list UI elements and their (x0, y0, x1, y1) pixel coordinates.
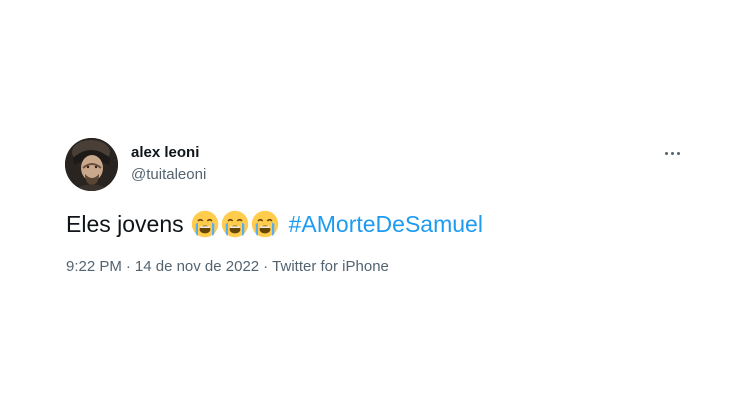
loudly-crying-face-icon (191, 210, 218, 238)
tweet-metadata: 9:22 PM · 14 de nov de 2022 · Twitter for iP… (66, 258, 389, 276)
tweet-card: alex leoni @tuitaleoni Eles jovens #AMor… (0, 0, 747, 420)
loudly-crying-face-icon (221, 210, 248, 238)
meta-separator: · (125, 258, 131, 275)
tweet-text: Eles jovens #AMorteDeSamuel (66, 209, 483, 239)
tweet-time[interactable]: 9:22 PM (66, 258, 122, 276)
avatar[interactable] (65, 138, 118, 191)
emoji-group (191, 210, 281, 238)
loudly-crying-face-icon (251, 210, 278, 238)
author-handle[interactable]: @tuitaleoni (131, 166, 206, 184)
author-display-name[interactable]: alex leoni (131, 144, 206, 162)
author-block: alex leoni @tuitaleoni (131, 144, 206, 184)
meta-separator: · (263, 258, 269, 275)
more-options-icon (663, 151, 681, 155)
user-avatar-photo-icon (65, 138, 118, 191)
tweet-body-text: Eles jovens (66, 211, 184, 237)
tweet-source: Twitter for iPhone (272, 258, 389, 275)
more-options-button[interactable] (656, 140, 688, 166)
hashtag-link[interactable]: #AMorteDeSamuel (289, 209, 483, 239)
tweet-date[interactable]: 14 de nov de 2022 (135, 258, 259, 276)
